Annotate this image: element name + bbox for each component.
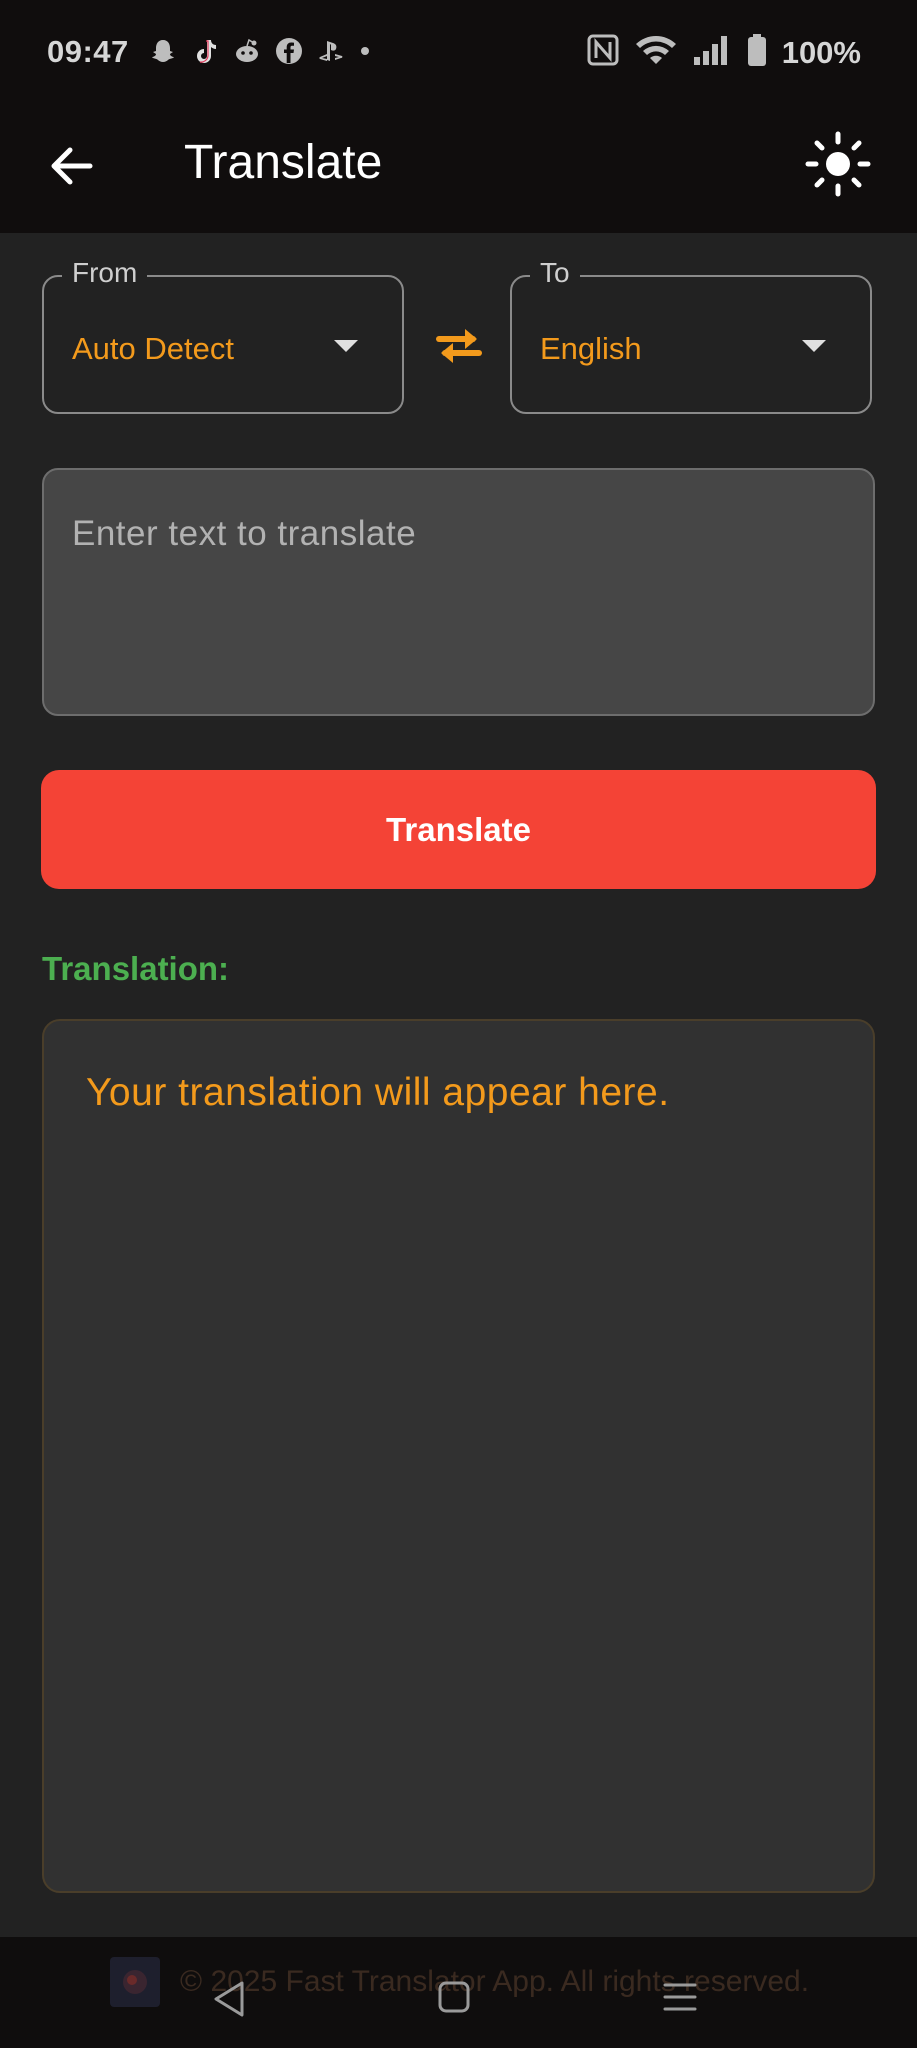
translate-button[interactable]: Translate <box>41 770 876 889</box>
battery-percent: 100% <box>781 34 861 70</box>
snapchat-icon <box>148 36 178 71</box>
playstation-icon <box>316 36 346 71</box>
battery-icon <box>746 33 768 72</box>
from-label: From <box>62 257 148 289</box>
from-language-dropdown[interactable]: From Auto Detect <box>42 257 404 414</box>
translation-output-text: Your translation will appear here. <box>86 1071 670 1114</box>
translation-label: Translation: <box>42 950 230 987</box>
app-logo-icon <box>110 1957 160 2007</box>
page-title: Translate <box>184 136 383 189</box>
nav-recents-icon[interactable] <box>662 1981 698 2013</box>
chevron-down-icon <box>334 340 358 352</box>
copyright-text: © 2025 Fast Translator App. All rights r… <box>180 1965 810 1998</box>
signal-icon <box>692 33 732 72</box>
swap-arrows-icon[interactable] <box>433 322 485 368</box>
nav-back-icon[interactable] <box>210 1979 246 2019</box>
system-icons: 100% <box>586 33 861 72</box>
to-language-value: English <box>540 331 642 366</box>
translation-output-box: Your translation will appear here. <box>42 1019 875 1893</box>
source-text-input[interactable] <box>72 514 842 694</box>
reddit-icon <box>232 36 262 71</box>
nfc-icon <box>586 33 620 72</box>
to-language-dropdown[interactable]: To English <box>510 257 872 414</box>
footer: © 2025 Fast Translator App. All rights r… <box>0 1937 917 2048</box>
nav-home-icon[interactable] <box>438 1981 470 2013</box>
notification-icons <box>148 36 372 71</box>
source-text-field[interactable] <box>42 468 875 716</box>
app-bar: Translate <box>0 105 917 233</box>
chevron-down-icon <box>802 340 826 352</box>
from-language-value: Auto Detect <box>72 331 234 366</box>
status-time: 09:47 <box>47 34 129 69</box>
sun-icon[interactable] <box>805 131 871 197</box>
status-bar: 09:47 100% <box>0 0 917 105</box>
facebook-icon <box>274 36 304 71</box>
dot-icon <box>358 36 372 71</box>
to-label: To <box>530 257 580 289</box>
wifi-icon <box>634 33 678 72</box>
tiktok-icon <box>190 36 220 71</box>
arrow-left-icon[interactable] <box>44 138 100 194</box>
